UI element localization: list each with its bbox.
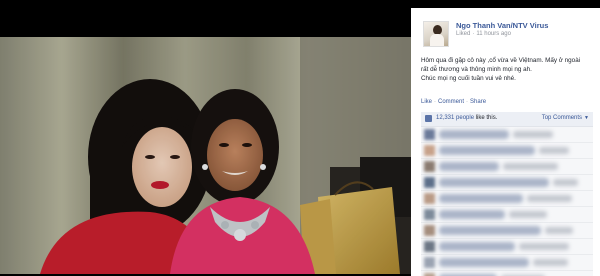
comment-item xyxy=(421,143,593,159)
blurred-comment-text xyxy=(439,194,523,203)
likes-suffix: like this. xyxy=(474,115,498,121)
blurred-comment-text xyxy=(513,131,553,138)
comment-item xyxy=(421,223,593,239)
likes-summary-bar: 12,331 people like this. Top Comments ▼ xyxy=(421,112,593,127)
post-text-line: rất dễ thương và thông minh mọi ng ah. xyxy=(421,66,532,73)
meta-separator: · xyxy=(472,31,475,37)
blurred-comment-text xyxy=(509,211,547,218)
blurred-comment-text xyxy=(519,243,569,250)
photo[interactable] xyxy=(0,37,411,274)
commenter-avatar[interactable] xyxy=(424,161,435,172)
comment-link[interactable]: Comment xyxy=(438,99,464,105)
post-actions: Like · Comment · Share xyxy=(421,99,486,105)
comment-item xyxy=(421,159,593,175)
commenter-avatar[interactable] xyxy=(424,177,435,188)
post-text: Hôm qua đi gặp cô này ,cổ vừa về Việtnam… xyxy=(421,56,599,83)
action-separator: · xyxy=(434,99,437,105)
avatar-body-shape xyxy=(430,34,444,46)
like-link[interactable]: Like xyxy=(421,99,432,105)
blurred-comment-text xyxy=(553,179,578,186)
chevron-down-icon: ▼ xyxy=(584,115,589,121)
commenter-avatar[interactable] xyxy=(424,257,435,268)
post-text-line: Chúc mọi ng cuối tuần vui vẻ nhé. xyxy=(421,75,516,82)
share-link[interactable]: Share xyxy=(470,99,486,105)
blurred-comment-text xyxy=(439,226,541,235)
post-sidebar: Ngo Thanh Van/NTV Virus Liked · 11 hours a… xyxy=(411,8,600,276)
comment-sort-dropdown[interactable]: Top Comments ▼ xyxy=(542,115,589,121)
post-header: Ngo Thanh Van/NTV Virus Liked · 11 hours a… xyxy=(411,8,600,54)
author-name-link[interactable]: Ngo Thanh Van/NTV Virus xyxy=(456,21,548,30)
blurred-comment-text xyxy=(545,227,573,234)
comment-sort-label: Top Comments xyxy=(541,115,583,121)
commenter-avatar[interactable] xyxy=(424,241,435,252)
comment-item xyxy=(421,127,593,143)
post-text-line: Hôm qua đi gặp cô này ,cổ vừa về Việtnam… xyxy=(421,57,581,64)
photo-lightbox: Ngo Thanh Van/NTV Virus Liked · 11 hours a… xyxy=(0,0,600,276)
thumbs-up-icon xyxy=(425,115,432,122)
comment-item xyxy=(421,175,593,191)
commenter-avatar[interactable] xyxy=(424,209,435,220)
likes-count: 12,331 people like this. xyxy=(436,115,497,121)
blurred-comment-text xyxy=(533,259,568,266)
photo-stage xyxy=(0,0,411,276)
post-timestamp[interactable]: 11 hours ago xyxy=(476,31,511,37)
likes-people-link[interactable]: 12,331 people xyxy=(436,115,474,121)
blurred-comment-text xyxy=(539,147,569,154)
comment-item xyxy=(421,207,593,223)
comment-item xyxy=(421,191,593,207)
commenter-avatar[interactable] xyxy=(424,129,435,140)
liked-status[interactable]: Liked xyxy=(456,31,470,37)
author-avatar[interactable] xyxy=(423,21,449,47)
blurred-comment-text xyxy=(503,163,558,170)
post-meta: Liked · 11 hours ago xyxy=(456,31,511,37)
commenter-avatar[interactable] xyxy=(424,145,435,156)
blurred-comment-text xyxy=(527,195,572,202)
action-separator: · xyxy=(466,99,469,105)
comment-item xyxy=(421,239,593,255)
blurred-comment-text xyxy=(439,242,515,251)
comment-item xyxy=(421,271,593,276)
commenter-avatar[interactable] xyxy=(424,225,435,236)
comments-list xyxy=(421,127,593,276)
blurred-comment-text xyxy=(439,130,509,139)
comment-item xyxy=(421,255,593,271)
blurred-comment-text xyxy=(439,162,499,171)
commenter-avatar[interactable] xyxy=(424,193,435,204)
blurred-comment-text xyxy=(439,210,505,219)
blurred-comment-text xyxy=(439,258,529,267)
blurred-comment-text xyxy=(439,146,535,155)
blurred-comment-text xyxy=(439,178,549,187)
